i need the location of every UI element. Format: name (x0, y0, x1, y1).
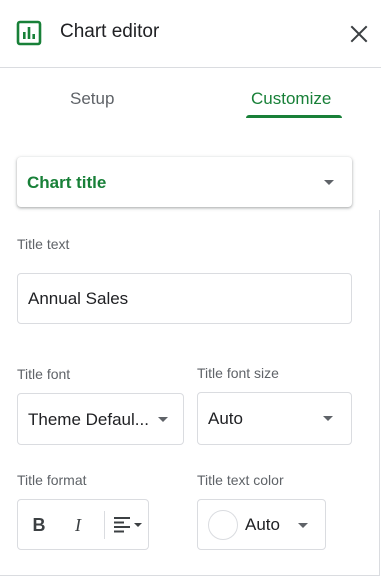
active-tab-indicator (246, 115, 342, 118)
title-format-label: Title format (17, 472, 87, 488)
dropdown-arrow-icon (158, 417, 168, 422)
title-font-select[interactable]: Theme Defaul... (17, 393, 184, 445)
dropdown-arrow-icon (323, 416, 333, 421)
title-font-value: Theme Defaul... (28, 410, 149, 429)
toolbar-divider (104, 511, 105, 539)
title-text-input[interactable] (17, 273, 352, 324)
title-font-label: Title font (17, 366, 71, 382)
title-font-size-select[interactable]: Auto (197, 392, 352, 445)
title-font-size-value: Auto (208, 409, 243, 428)
align-left-icon[interactable] (112, 513, 144, 537)
bold-button[interactable]: B (30, 513, 48, 537)
tab-setup[interactable]: Setup (70, 88, 114, 110)
title-text-label: Title text (17, 236, 70, 252)
chevron-down-icon (324, 180, 334, 185)
tab-customize[interactable]: Customize (251, 88, 331, 110)
italic-button[interactable]: I (69, 513, 87, 537)
editor-title: Chart editor (60, 21, 160, 42)
title-font-size-label: Title font size (197, 365, 279, 381)
title-text-color-picker[interactable]: Auto (197, 499, 326, 550)
title-text-color-value: Auto (245, 515, 280, 534)
editor-header: Chart editor (0, 0, 381, 68)
dropdown-arrow-icon (298, 523, 308, 528)
color-swatch (208, 510, 238, 540)
editor-tabs: Setup Customize (0, 68, 381, 120)
section-label: Chart title (27, 173, 107, 192)
chart-icon (16, 20, 42, 46)
title-text-color-label: Title text color (197, 472, 284, 488)
chart-title-section-header[interactable]: Chart title (17, 157, 352, 207)
title-format-toolbar: B I (17, 499, 149, 550)
close-icon[interactable] (347, 22, 371, 46)
